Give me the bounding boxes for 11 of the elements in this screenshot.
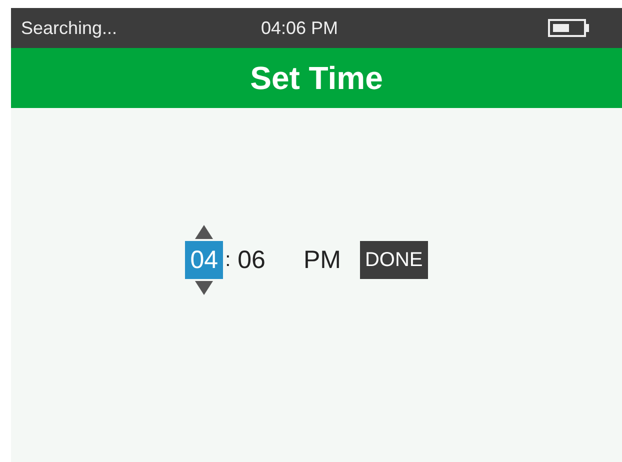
time-field[interactable]: PM: [298, 241, 346, 279]
down-arrow-icon[interactable]: [195, 281, 214, 295]
time-field[interactable]: 06: [232, 241, 270, 279]
battery-icon: [548, 18, 590, 38]
time-field[interactable]: 04: [185, 241, 224, 279]
clock-text: 04:06 PM: [261, 16, 338, 40]
separator-text: :: [225, 248, 231, 273]
done-button[interactable]: DONE: [360, 241, 428, 279]
status-text: Searching...: [21, 16, 118, 40]
up-arrow-icon[interactable]: [195, 225, 214, 239]
page-title: Set Time: [250, 59, 383, 98]
